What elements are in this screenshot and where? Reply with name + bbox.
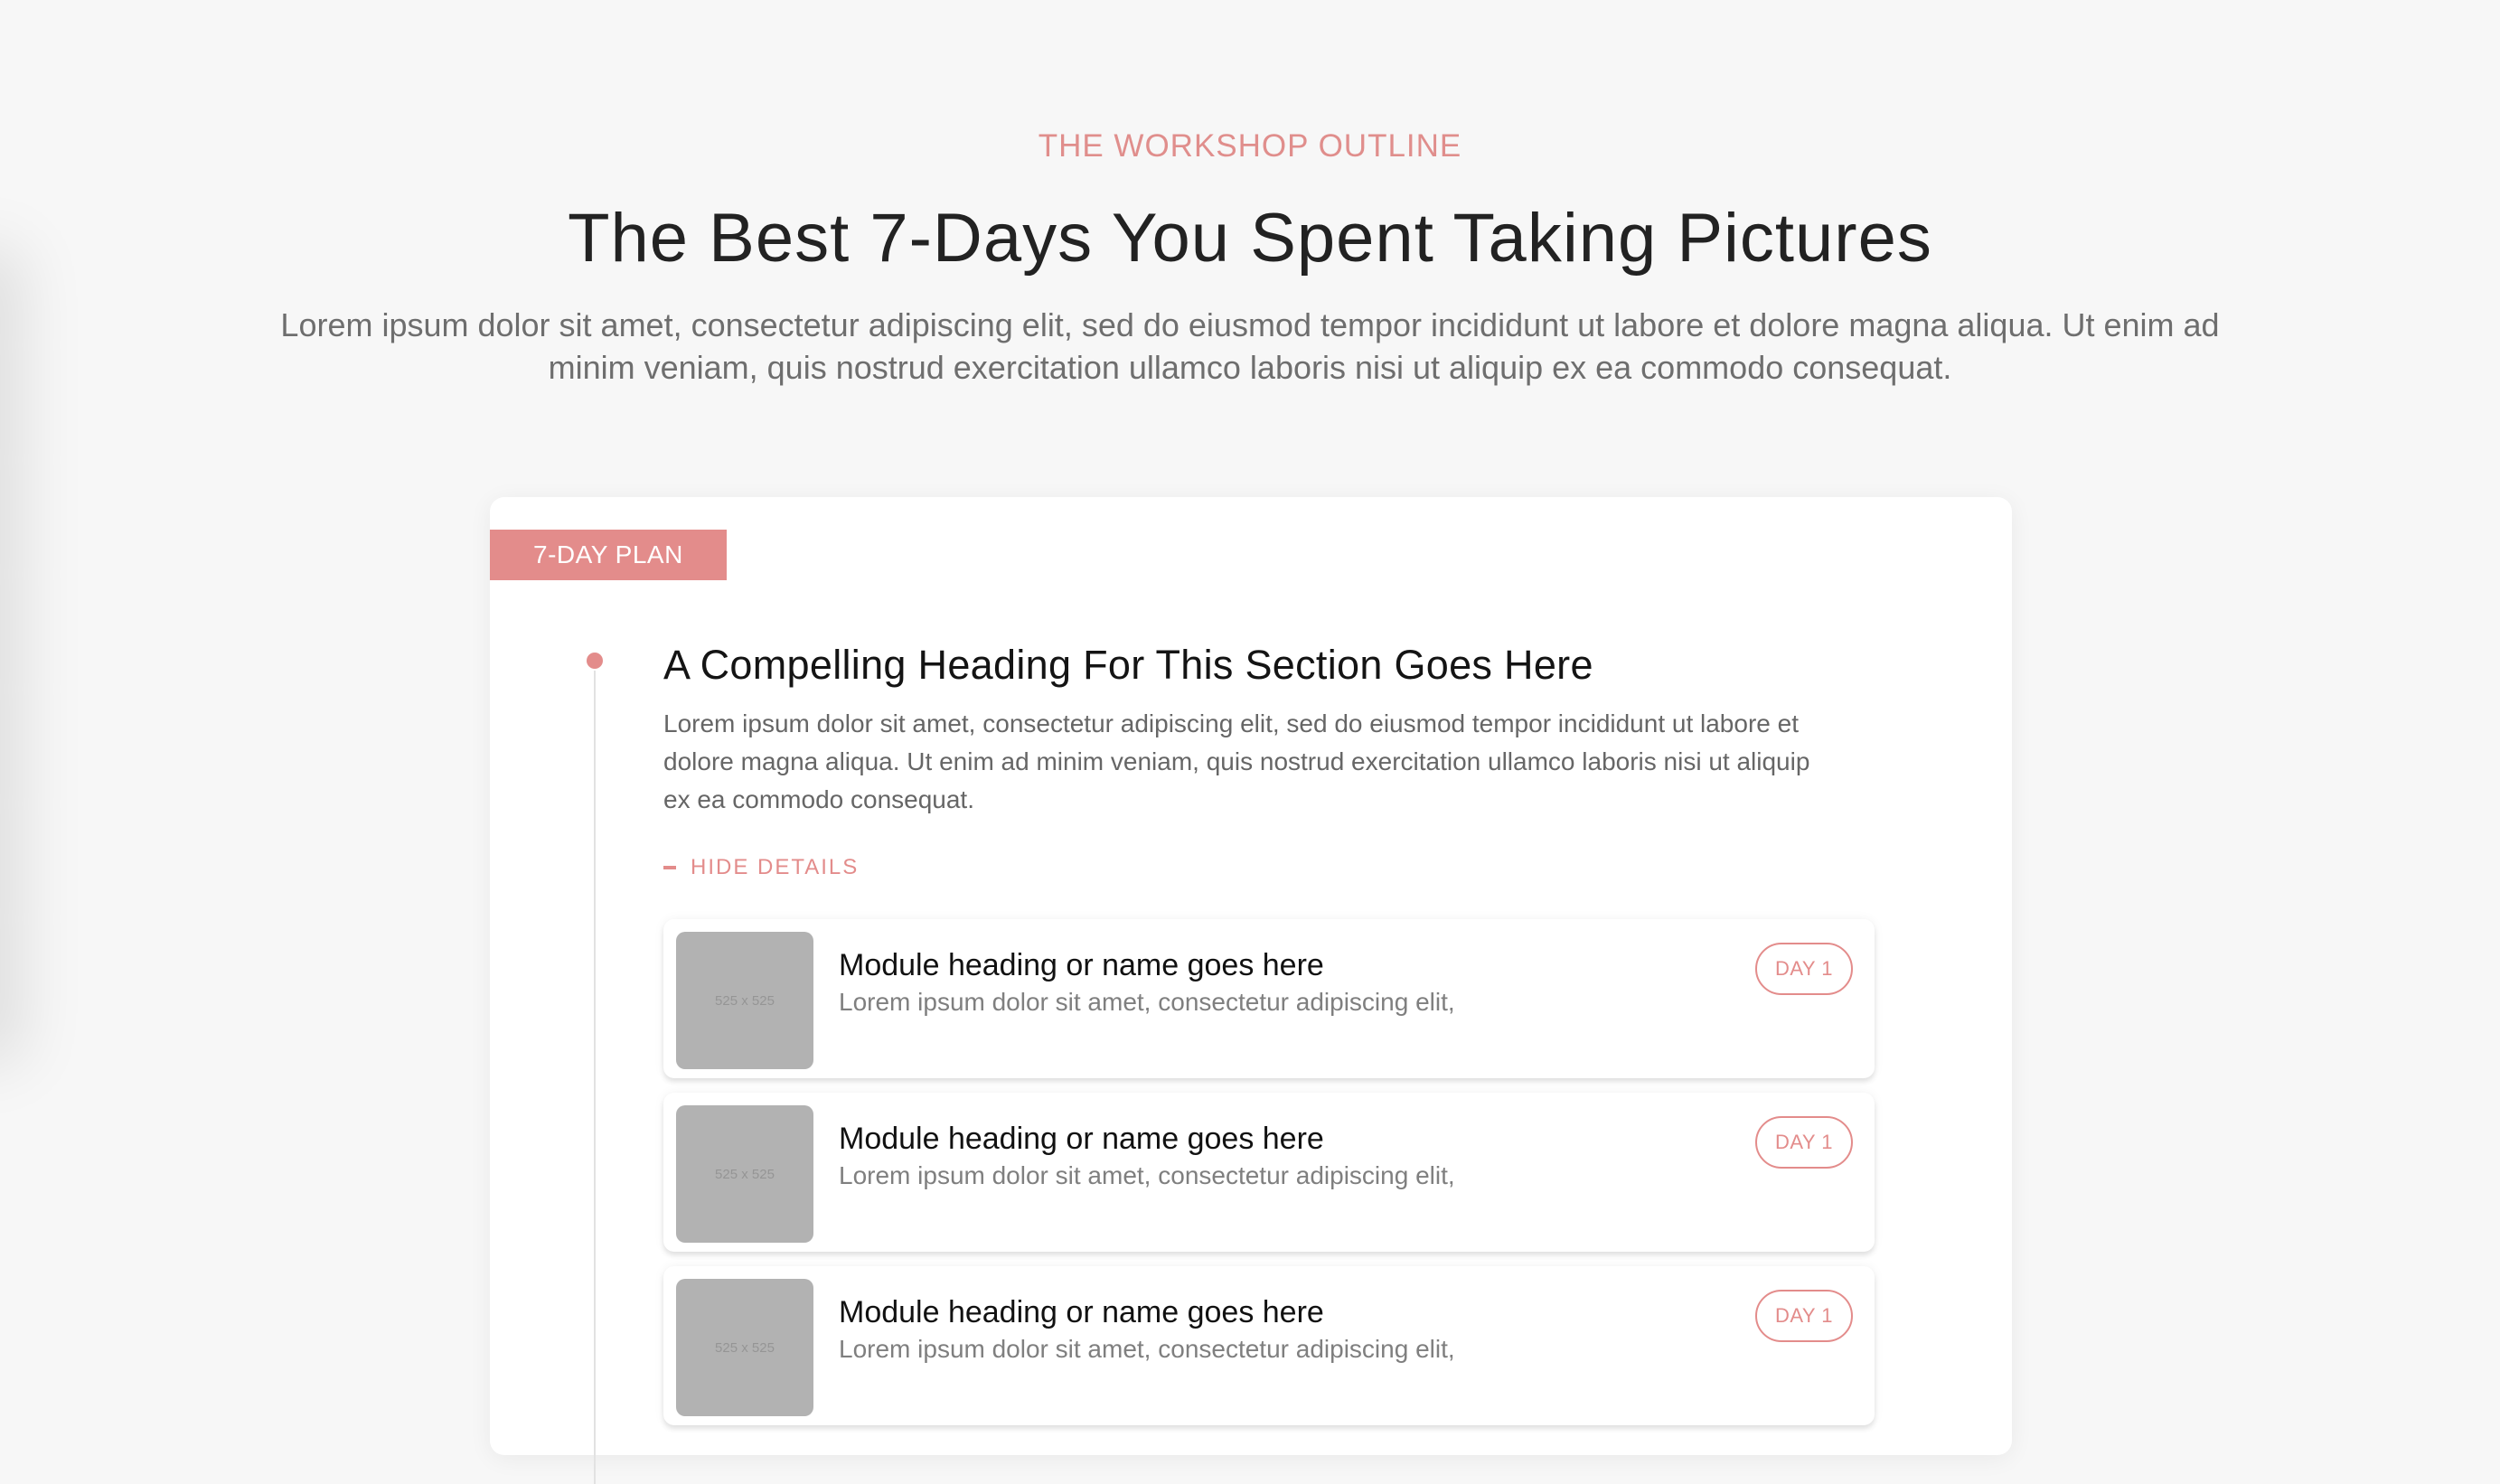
timeline-dot [587,653,603,669]
plan-card: 7-DAY PLAN A Compelling Heading For This… [490,497,2012,1484]
module-description: Lorem ipsum dolor sit amet, consectetur … [839,1161,1455,1189]
module-thumbnail: 525 x 525 [676,932,813,1069]
section-eyebrow: THE WORKSHOP OUTLINE [1038,128,1462,164]
module-thumbnail: 525 x 525 [676,1105,813,1243]
module-list: 525 x 525 Module heading or name goes he… [663,919,1875,1440]
module-item[interactable]: 525 x 525 Module heading or name goes he… [663,919,1875,1078]
section-text: Lorem ipsum dolor sit amet, consectetur … [663,709,1810,813]
toggle-label: HIDE DETAILS [691,855,860,879]
section-heading: A Compelling Heading For This Section Go… [663,642,1593,688]
day-badge: DAY 1 [1755,1290,1853,1342]
day-badge: DAY 1 [1755,943,1853,995]
minus-icon [663,866,676,869]
module-description: Lorem ipsum dolor sit amet, consectetur … [839,1335,1455,1363]
module-title: Module heading or name goes here [839,948,1324,982]
module-title: Module heading or name goes here [839,1295,1324,1329]
module-thumbnail: 525 x 525 [676,1279,813,1416]
day-badge: DAY 1 [1755,1116,1853,1169]
page-lead-text: Lorem ipsum dolor sit amet, consectetur … [280,306,2220,386]
plan-tag: 7-DAY PLAN [490,530,727,580]
hide-details-toggle[interactable]: HIDE DETAILS [663,855,859,880]
timeline-line [594,671,596,1484]
module-description: Lorem ipsum dolor sit amet, consectetur … [839,988,1455,1016]
module-item[interactable]: 525 x 525 Module heading or name goes he… [663,1266,1875,1425]
module-item[interactable]: 525 x 525 Module heading or name goes he… [663,1093,1875,1252]
module-title: Module heading or name goes here [839,1122,1324,1156]
page-title: The Best 7-Days You Spent Taking Picture… [568,200,1932,277]
